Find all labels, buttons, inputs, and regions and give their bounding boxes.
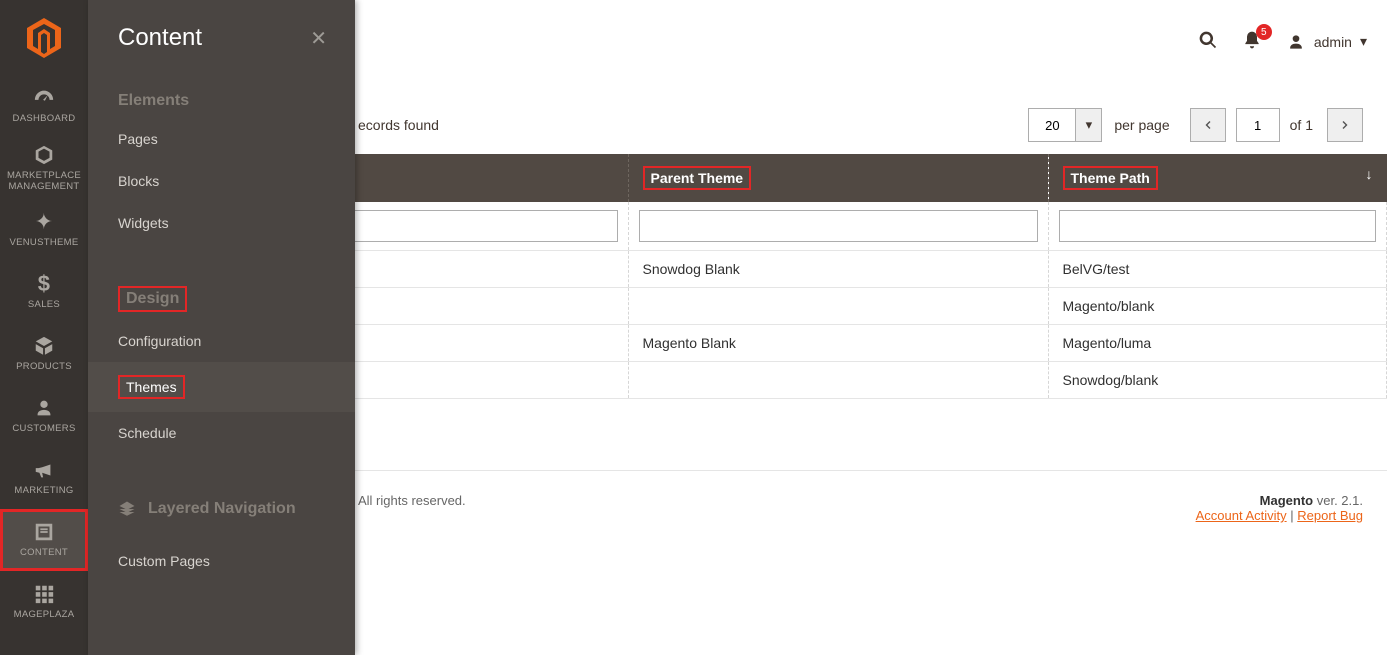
user-name: admin xyxy=(1314,34,1352,50)
gauge-icon xyxy=(33,87,55,109)
rail-customers[interactable]: CUSTOMERS xyxy=(0,385,88,447)
page-of: of 1 xyxy=(1290,117,1313,133)
link-report-bug[interactable]: Report Bug xyxy=(1297,508,1363,523)
rail-label: PRODUCTS xyxy=(16,361,72,372)
link-schedule[interactable]: Schedule xyxy=(88,412,355,454)
rail-products[interactable]: PRODUCTS xyxy=(0,323,88,385)
notif-count: 5 xyxy=(1256,24,1272,40)
user-icon xyxy=(33,397,55,419)
hex-icon xyxy=(33,144,55,166)
layered-icon xyxy=(118,500,136,518)
per-page-label: per page xyxy=(1114,117,1169,133)
rail-label: SALES xyxy=(28,299,60,310)
link-widgets[interactable]: Widgets xyxy=(88,202,355,244)
grid-icon xyxy=(33,583,55,605)
megaphone-icon xyxy=(33,459,55,481)
admin-rail: DASHBOARD MARKETPLACE MANAGEMENT ✦ VENUS… xyxy=(0,0,88,655)
content-icon xyxy=(33,521,55,543)
filter-input-path[interactable] xyxy=(1059,210,1377,242)
rail-sales[interactable]: $ SALES xyxy=(0,261,88,323)
search-icon xyxy=(1198,30,1218,50)
rail-label: DASHBOARD xyxy=(13,113,76,124)
rail-label: MAGEPLAZA xyxy=(14,609,75,620)
next-page-button[interactable] xyxy=(1327,108,1363,142)
spark-icon: ✦ xyxy=(33,211,55,233)
rail-mageplaza[interactable]: MAGEPLAZA xyxy=(0,571,88,633)
sort-indicator-desc-icon: ↓ xyxy=(1366,166,1373,182)
section-elements: Elements xyxy=(88,76,355,118)
link-account-activity[interactable]: Account Activity xyxy=(1196,508,1287,523)
user-menu[interactable]: admin ▾ xyxy=(1286,32,1367,52)
link-blocks[interactable]: Blocks xyxy=(88,160,355,202)
th-parent-theme[interactable]: Parent Theme xyxy=(628,154,1048,202)
user-icon xyxy=(1286,32,1306,52)
link-pages[interactable]: Pages xyxy=(88,118,355,160)
link-custom-pages[interactable]: Custom Pages xyxy=(88,540,355,582)
link-configuration[interactable]: Configuration xyxy=(88,320,355,362)
search-button[interactable] xyxy=(1198,30,1218,53)
th-theme-path[interactable]: Theme Path↓ xyxy=(1048,154,1387,202)
rail-label: VENUSTHEME xyxy=(10,237,79,248)
rail-marketing[interactable]: MARKETING xyxy=(0,447,88,509)
rail-marketplace[interactable]: MARKETPLACE MANAGEMENT xyxy=(0,137,88,199)
section-layered-nav[interactable]: Layered Navigation xyxy=(88,484,355,526)
prev-page-button[interactable] xyxy=(1190,108,1226,142)
rail-dashboard[interactable]: DASHBOARD xyxy=(0,75,88,137)
rail-label: CUSTOMERS xyxy=(12,423,75,434)
magento-logo[interactable] xyxy=(0,0,88,75)
link-themes[interactable]: Themes xyxy=(88,362,355,412)
rail-content[interactable]: CONTENT xyxy=(0,509,88,571)
rail-label: MARKETPLACE MANAGEMENT xyxy=(0,170,88,193)
dollar-icon: $ xyxy=(33,273,55,295)
topbar: 5 admin ▾ xyxy=(1198,30,1367,53)
per-page-dropdown[interactable]: ▾ xyxy=(1076,108,1102,142)
flyout-title: Content xyxy=(118,24,202,52)
footer-version: ver. 2.1. xyxy=(1313,493,1363,508)
rail-label: MARKETING xyxy=(14,485,73,496)
filter-input-parent[interactable] xyxy=(639,210,1038,242)
per-page-input[interactable] xyxy=(1028,108,1076,142)
rail-venustheme[interactable]: ✦ VENUSTHEME xyxy=(0,199,88,261)
rail-label: CONTENT xyxy=(20,547,68,558)
close-icon[interactable]: ✕ xyxy=(310,26,327,51)
chevron-left-icon xyxy=(1202,119,1214,131)
content-flyout: Content ✕ Elements Pages Blocks Widgets … xyxy=(88,0,355,655)
copyright: All rights reserved. xyxy=(358,493,466,508)
footer-brand: Magento xyxy=(1260,493,1313,508)
chevron-right-icon xyxy=(1339,119,1351,131)
notifications-button[interactable]: 5 xyxy=(1242,30,1262,53)
records-found: ecords found xyxy=(358,117,439,133)
chevron-down-icon: ▾ xyxy=(1360,33,1367,50)
page-input[interactable] xyxy=(1236,108,1280,142)
section-design: Design xyxy=(88,270,355,320)
cube-icon xyxy=(33,335,55,357)
